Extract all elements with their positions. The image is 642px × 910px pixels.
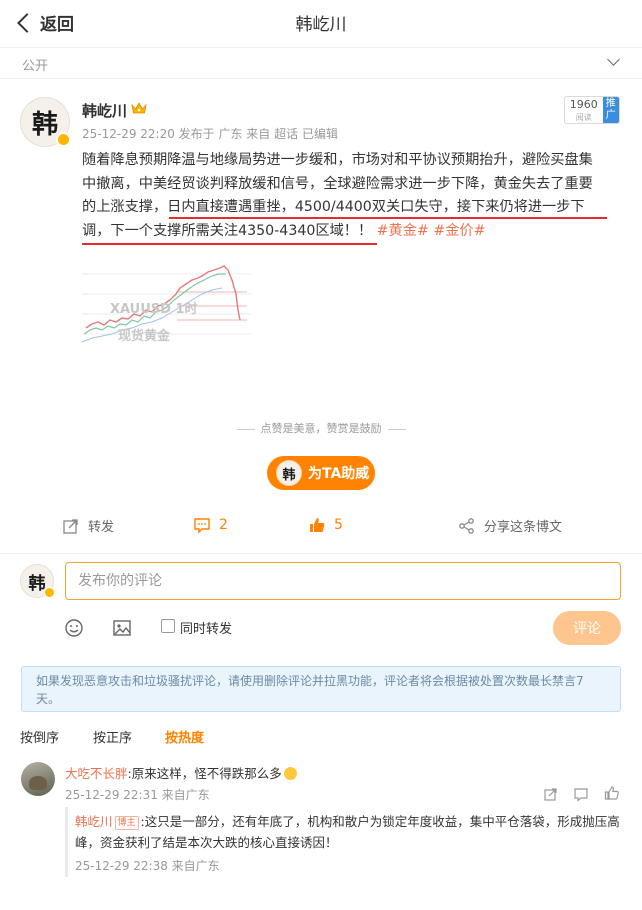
read-count-badge[interactable]: 1960 阅读 推广 (564, 96, 620, 124)
emoji-icon[interactable] (64, 618, 84, 638)
avatar-char: 韩 (28, 573, 46, 594)
sweat-smile-emoji-icon (283, 767, 297, 780)
chevron-down-icon (607, 53, 620, 66)
cheer-button[interactable]: 韩 为TA助威 (267, 456, 375, 490)
author-avatar[interactable]: 韩 (20, 97, 71, 147)
comment-reply-icon[interactable] (573, 786, 589, 802)
praise-caption: 点赞是美意，赞赏是鼓励 (0, 420, 642, 436)
reply-meta: 25-12-29 22:38 来自广东 (75, 859, 220, 873)
share-icon (459, 517, 474, 534)
top-bar: 返回 韩屹川 (0, 0, 642, 44)
comment-body: :原来这样，怪不得跌那么多 (127, 766, 282, 781)
reply-body: :这只是一部分，还有年底了，机构和散户为锁定年度收益，集中平仓落袋，形成抛压高峰… (75, 814, 620, 850)
like-count: 5 (334, 517, 343, 533)
author-name[interactable]: 韩屹川 (82, 100, 127, 121)
avatar-char: 韩 (31, 109, 58, 140)
submit-comment-button[interactable]: 评论 (553, 611, 621, 645)
like-button[interactable]: 5 (308, 516, 343, 534)
share-label: 分享这条博文 (484, 520, 563, 535)
comment-forward-icon[interactable] (543, 786, 559, 802)
comment-input[interactable] (65, 562, 621, 600)
forward-button[interactable]: 转发 (62, 516, 114, 535)
comment-count: 2 (219, 517, 228, 533)
comment-button[interactable]: 2 (193, 516, 228, 534)
sort-desc-tab[interactable]: 按倒序 (20, 727, 59, 746)
visibility-label: 公开 (22, 59, 49, 74)
post-image[interactable]: XAUUSD 1时 现货黄金 (82, 254, 252, 354)
cheer-label: 为TA助威 (308, 466, 370, 482)
highlight-underline (82, 243, 377, 245)
image-watermark: XAUUSD 1时 (110, 302, 198, 317)
comment-text: 大吃不长胖:原来这样，怪不得跌那么多 (65, 763, 297, 782)
forward-icon (63, 518, 78, 534)
author-badge: 博主 (114, 816, 139, 830)
sort-hot-tab[interactable]: 按热度 (165, 727, 204, 746)
comment-icon (194, 518, 210, 534)
visibility-selector[interactable]: 公开 (0, 47, 642, 79)
sort-asc-tab[interactable]: 按正序 (93, 727, 132, 746)
highlight-underline (169, 217, 607, 219)
topic-tag-gold-price[interactable]: #金价# (433, 223, 485, 239)
post-line: 调，下一个支撑所需关注4350-4340区域！！ #黄金# #金价# (82, 220, 622, 244)
thumbs-up-icon (310, 518, 325, 532)
divider (0, 553, 642, 554)
topic-tag-gold[interactable]: #黄金# (377, 223, 429, 239)
share-button[interactable]: 分享这条博文 (458, 516, 562, 535)
commenter-avatar[interactable] (21, 762, 55, 796)
read-count: 1960 (569, 98, 598, 111)
post-line: 随着降息预期降温与地缘局势进一步缓和，市场对和平协议预期抬升，避险买盘集 (82, 152, 593, 168)
my-avatar[interactable]: 韩 (20, 564, 55, 598)
commenter-name[interactable]: 大吃不长胖 (65, 766, 128, 781)
reply-thread-bar (65, 807, 68, 877)
reply-author-name[interactable]: 韩屹川 (75, 814, 113, 829)
post-line-text: 调，下一个支撑所需关注4350-4340区域！！ (82, 222, 373, 239)
repost-checkbox[interactable] (161, 619, 175, 633)
verified-badge-icon (44, 587, 55, 598)
read-count-label: 阅读 (575, 113, 592, 122)
post-body: 随着降息预期降温与地缘局势进一步缓和，市场对和平协议预期抬升，避险买盘集 中撤离… (82, 149, 622, 243)
page-title: 韩屹川 (295, 15, 347, 35)
image-icon[interactable] (112, 618, 132, 638)
promote-tag: 推广 (602, 97, 619, 123)
reply-text: 韩屹川 博主:这只是一部分，还有年底了，机构和散户为锁定年度收益，集中平仓落袋，形… (75, 811, 623, 853)
cheer-avatar: 韩 (276, 460, 302, 486)
image-watermark: 现货黄金 (118, 329, 171, 344)
forward-label: 转发 (88, 520, 115, 535)
post-line: 的上涨支撑，日内直接遭遇重挫，4500/4400双关口失守，接下来仍将进一步下 (82, 199, 585, 215)
post-line: 中撤离，中美经贸谈判释放缓和信号，全球避险需求进一步下降，黄金失去了重要 (82, 175, 593, 192)
moderation-notice: 如果发现恶意攻击和垃圾骚扰评论，请使用删除评论并拉黑功能，评论者将会根据被处置次… (21, 666, 621, 712)
comment-meta: 25-12-29 22:31 来自广东 (65, 788, 210, 802)
post-action-bar: 转发 2 5 分享这条博文 (0, 516, 642, 548)
repost-label[interactable]: 同时转发 (180, 618, 232, 637)
verified-badge-icon (56, 132, 71, 147)
praise-text: 点赞是美意，赞赏是鼓励 (260, 422, 382, 435)
crown-icon (131, 102, 147, 114)
post-meta: 25-12-29 22:20 发布于 广东 来自 超话 已编辑 (82, 127, 338, 141)
comment-like-icon[interactable] (604, 785, 620, 801)
